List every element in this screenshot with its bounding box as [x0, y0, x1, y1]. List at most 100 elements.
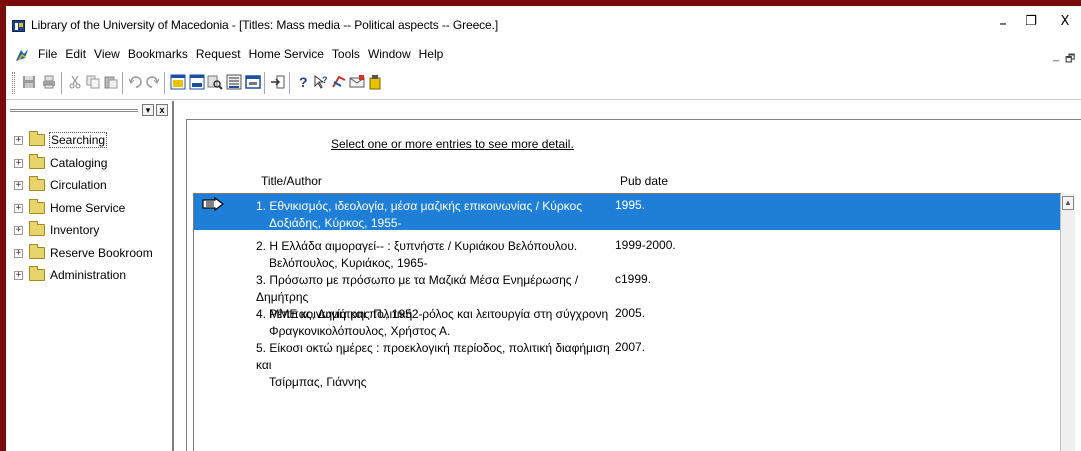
minimize-button[interactable]: –	[988, 14, 1018, 32]
menu-item-home-service[interactable]: Home Service	[245, 46, 328, 62]
folder-icon	[29, 221, 45, 236]
tree-item-circulation[interactable]: + Circulation	[6, 176, 172, 199]
result-row[interactable]: 5. Είκοσι οκτώ ημέρες : προεκλογική περί…	[194, 336, 1062, 389]
tree-item-label: Circulation	[50, 178, 107, 192]
panel-pin-button[interactable]: ▾	[142, 104, 154, 116]
close-button[interactable]: X	[1050, 14, 1080, 29]
expand-icon[interactable]: +	[14, 136, 23, 145]
menu-item-view[interactable]: View	[90, 46, 124, 62]
result-row[interactable]: 3. Πρόσωπο με πρόσωπο με τα Μαζικά Μέσα …	[194, 268, 1062, 321]
result-pub-date: c1999.	[615, 272, 652, 286]
navigation-tree: + Searching + Cataloging + Circulation +…	[6, 131, 172, 289]
library-app-icon	[12, 20, 25, 32]
tree-item-administration[interactable]: + Administration	[6, 266, 172, 289]
result-title-author: 5. Είκοσι οκτώ ημέρες : προεκλογική περί…	[256, 340, 616, 391]
copy-icon[interactable]	[84, 73, 102, 91]
menu-bar: File Edit View Bookmarks Request Home Service…	[34, 46, 447, 62]
result-title: 1. Εθνικισμός, ιδεολογία, μέσα μαζικής ε…	[256, 199, 582, 213]
result-title-author: 4. ΜΜΕ κοινωνία και πολιτική : ρόλος και…	[256, 306, 616, 340]
results-pane: Select one or more entries to see more d…	[186, 119, 1081, 451]
folder-icon	[29, 266, 45, 281]
column-header-title[interactable]: Title/Author	[261, 174, 322, 188]
search-tool-icon[interactable]	[206, 73, 224, 91]
menu-item-file[interactable]: File	[34, 46, 61, 62]
expand-icon[interactable]: +	[14, 226, 23, 235]
result-author: Δοξιάδης, Κύρκος, 1955-	[269, 216, 402, 230]
pointing-hand-icon	[202, 197, 224, 211]
save-icon[interactable]	[20, 73, 38, 91]
svg-text:?: ?	[322, 75, 328, 85]
import-icon[interactable]	[269, 73, 287, 91]
application-window: Library of the University of Macedonia -…	[6, 6, 1081, 451]
view-single-icon[interactable]	[169, 73, 187, 91]
print-icon[interactable]	[40, 73, 58, 91]
tree-item-label: Administration	[50, 268, 127, 282]
column-header-pub-date[interactable]: Pub date	[620, 174, 668, 188]
panel-header: ▾ x	[6, 101, 174, 119]
folder-icon	[29, 198, 45, 214]
tree-item-label: Cataloging	[50, 155, 108, 170]
tree-item-label: Searching	[48, 132, 108, 148]
vertical-scrollbar[interactable]: ▲	[1060, 194, 1075, 451]
expand-icon[interactable]: +	[14, 271, 23, 280]
menu-item-edit[interactable]: Edit	[61, 46, 90, 62]
tree-item-home-service[interactable]: + Home Service	[6, 198, 172, 222]
tree-item-reserve-bookroom[interactable]: + Reserve Bookroom	[6, 243, 172, 267]
result-title-author: 1. Εθνικισμός, ιδεολογία, μέσα μαζικής ε…	[256, 198, 616, 232]
instruction-link[interactable]: Select one or more entries to see more d…	[331, 137, 574, 151]
result-row[interactable]: 1. Εθνικισμός, ιδεολογία, μέσα μαζικής ε…	[194, 194, 1062, 230]
mdi-minimize-button[interactable]: _	[1053, 50, 1059, 62]
request-icon[interactable]	[330, 73, 348, 91]
mail-icon[interactable]	[348, 73, 366, 91]
help-icon[interactable]: ?	[294, 73, 312, 91]
catalog-icon[interactable]	[225, 73, 243, 91]
result-title: 5. Είκοσι οκτώ ημέρες : προεκλογική περί…	[256, 341, 610, 372]
tree-item-label: Inventory	[50, 223, 100, 237]
tree-item-cataloging[interactable]: + Cataloging	[6, 153, 172, 177]
results-list: 1. Εθνικισμός, ιδεολογία, μέσα μαζικής ε…	[193, 193, 1075, 451]
folder-icon	[29, 243, 45, 259]
redo-icon[interactable]	[144, 73, 162, 91]
tree-item-label: Home Service	[50, 200, 126, 215]
navigation-panel: ▾ x + Searching + Cataloging + Circulati…	[6, 101, 174, 451]
tree-item-searching[interactable]: + Searching	[6, 131, 172, 154]
panel-close-button[interactable]: x	[156, 104, 168, 116]
expand-icon[interactable]: +	[14, 248, 23, 258]
menu-item-help[interactable]: Help	[415, 46, 448, 62]
menu-item-bookmarks[interactable]: Bookmarks	[124, 46, 192, 62]
bookroom-icon[interactable]	[366, 73, 384, 91]
tree-item-inventory[interactable]: + Inventory	[6, 221, 172, 244]
folder-icon	[29, 176, 45, 191]
folder-icon	[29, 153, 45, 169]
menu-item-window[interactable]: Window	[364, 46, 415, 62]
title-bar: Library of the University of Macedonia -…	[6, 6, 1081, 43]
expand-icon[interactable]: +	[14, 181, 23, 190]
results-window: Select one or more entries to see more d…	[178, 101, 1081, 451]
svg-text:?: ?	[299, 74, 308, 90]
result-pub-date: 1995.	[615, 198, 646, 212]
result-row[interactable]: 2. Η Ελλάδα αιμοραγεί-- : ξυπνήστε / Κυρ…	[194, 234, 1062, 270]
result-author: Τσίρμπας, Γιάννης	[269, 375, 367, 389]
paste-icon[interactable]	[102, 73, 120, 91]
restore-button[interactable]: ❐	[1016, 14, 1046, 29]
cut-icon[interactable]	[66, 73, 84, 91]
result-pub-date: 2005.	[615, 306, 646, 320]
toolbar-grip[interactable]	[12, 72, 15, 94]
result-pub-date: 1999-2000.	[615, 238, 676, 252]
result-row[interactable]: 4. ΜΜΕ κοινωνία και πολιτική : ρόλος και…	[194, 302, 1062, 338]
expand-icon[interactable]: +	[14, 203, 23, 213]
panel-grip[interactable]	[10, 109, 138, 112]
window-icon[interactable]	[244, 73, 262, 91]
undo-icon[interactable]	[126, 73, 144, 91]
result-title: 3. Πρόσωπο με πρόσωπο με τα Μαζικά Μέσα …	[256, 273, 579, 304]
document-menu-icon[interactable]	[15, 48, 29, 62]
context-help-icon[interactable]: ?	[312, 73, 330, 91]
menu-item-tools[interactable]: Tools	[328, 46, 364, 62]
result-title-author: 2. Η Ελλάδα αιμοραγεί-- : ξυπνήστε / Κυρ…	[256, 238, 616, 272]
expand-icon[interactable]: +	[14, 158, 23, 168]
result-title: 4. ΜΜΕ κοινωνία και πολιτική : ρόλος και…	[256, 307, 609, 321]
window-title: Library of the University of Macedonia -…	[31, 18, 499, 32]
scroll-up-arrow-icon[interactable]: ▲	[1062, 196, 1074, 210]
view-list-icon[interactable]	[188, 73, 206, 91]
menu-item-request[interactable]: Request	[192, 46, 245, 62]
